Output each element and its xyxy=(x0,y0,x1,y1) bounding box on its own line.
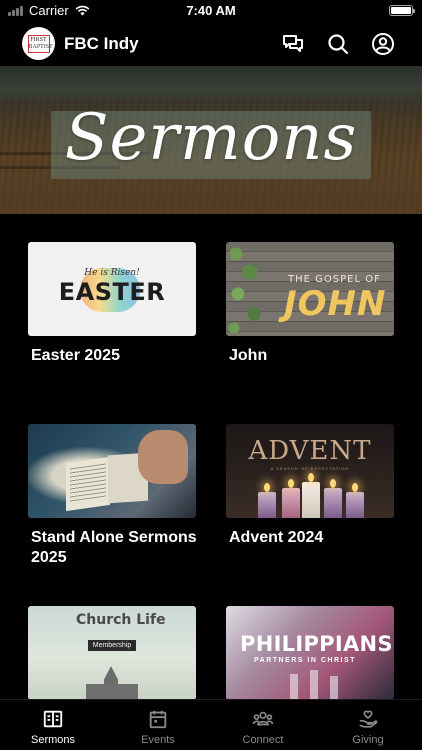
bible-text-lines xyxy=(70,463,106,505)
candle-image xyxy=(346,483,364,518)
hand-image xyxy=(138,430,188,484)
candle-image xyxy=(258,483,276,518)
bottom-tab-bar: Sermons Events Connect Giving xyxy=(0,699,422,750)
series-thumbnail[interactable]: THE GOSPEL OF JOHN xyxy=(226,242,394,336)
church-logo[interactable]: FIRST BAPTIST xyxy=(22,27,55,60)
chat-icon[interactable] xyxy=(281,32,305,56)
status-bar: Carrier 7:40 AM xyxy=(0,0,422,22)
thumb-text: Church Life xyxy=(76,612,166,628)
series-thumbnail[interactable]: PHILIPPIANS PARTNERS IN CHRIST xyxy=(226,606,394,700)
calendar-icon xyxy=(149,710,167,729)
series-title[interactable]: Easter 2025 xyxy=(31,346,197,366)
series-title[interactable]: Advent 2024 xyxy=(229,528,395,548)
thumb-text: EASTER xyxy=(58,278,166,306)
series-thumbnail[interactable]: Church Life Membership xyxy=(28,606,196,700)
status-time: 7:40 AM xyxy=(186,3,236,18)
candle-image xyxy=(302,473,320,518)
candle-image xyxy=(282,479,300,518)
series-title[interactable]: Stand Alone Sermons 2025 xyxy=(31,528,197,568)
series-thumbnail[interactable]: ADVENT A SEASON OF EXPECTATION xyxy=(226,424,394,518)
thumb-text: JOHN xyxy=(284,284,387,324)
thumb-text: ADVENT xyxy=(248,436,372,466)
series-title[interactable]: John xyxy=(229,346,395,366)
candle-image xyxy=(324,479,342,518)
tab-connect[interactable]: Connect xyxy=(228,708,298,746)
series-thumbnail[interactable] xyxy=(28,424,196,518)
tab-label: Giving xyxy=(352,734,384,746)
thumb-subtext: PARTNERS IN CHRIST xyxy=(254,657,356,664)
thumb-subtext: A SEASON OF EXPECTATION xyxy=(270,466,350,471)
tab-events[interactable]: Events xyxy=(123,708,193,746)
leaves-decoration xyxy=(226,242,266,336)
search-icon[interactable] xyxy=(326,32,350,56)
tab-giving[interactable]: Giving xyxy=(333,708,403,746)
thumb-subtext: Membership xyxy=(88,640,136,651)
tab-label: Sermons xyxy=(30,734,76,746)
thumb-text: PHILIPPIANS xyxy=(240,632,393,656)
tab-label: Events xyxy=(141,734,175,746)
column-ruin-decoration xyxy=(330,676,338,700)
tab-sermons[interactable]: Sermons xyxy=(18,708,88,746)
giving-hand-icon xyxy=(359,710,378,728)
church-building-image xyxy=(86,684,138,700)
hero-title: Sermons xyxy=(64,101,358,175)
app-title: FBC Indy xyxy=(64,34,139,53)
profile-icon[interactable] xyxy=(371,32,395,56)
app-header: FIRST BAPTIST FBC Indy xyxy=(0,22,422,66)
tab-label: Connect xyxy=(242,734,284,746)
book-icon xyxy=(43,710,63,728)
series-thumbnail[interactable]: He is Risen! EASTER xyxy=(28,242,196,336)
logo-text: FIRST BAPTIST xyxy=(27,34,53,53)
battery-icon xyxy=(389,5,415,16)
sermons-hero-banner: Sermons xyxy=(0,66,422,214)
thumb-subtext: He is Risen! xyxy=(84,268,140,278)
column-ruin-decoration xyxy=(310,670,318,700)
people-icon xyxy=(252,711,274,726)
column-ruin-decoration xyxy=(290,674,298,700)
